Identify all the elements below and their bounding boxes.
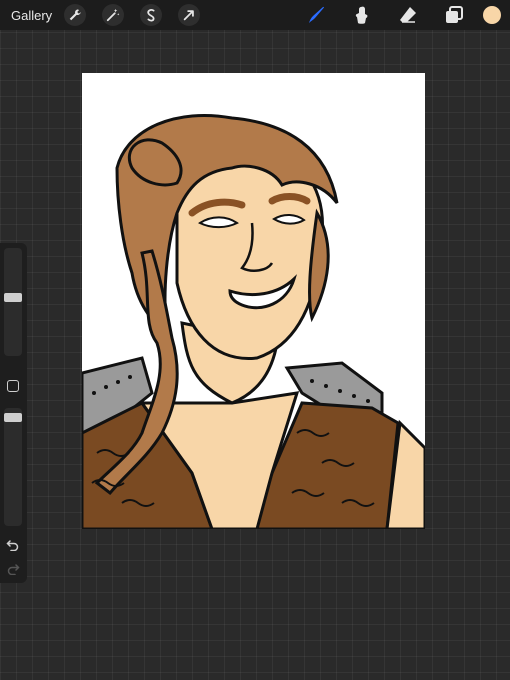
wrench-icon — [69, 9, 81, 21]
selection-button[interactable] — [140, 4, 163, 26]
brush-tool[interactable] — [305, 4, 327, 26]
transform-button[interactable] — [178, 4, 201, 26]
opacity-slider[interactable] — [4, 408, 22, 526]
brush-icon — [309, 6, 324, 24]
gallery-button[interactable]: Gallery — [11, 8, 52, 23]
layers-icon — [446, 6, 463, 23]
left-sidebar — [0, 243, 27, 583]
undo-arrow-icon[interactable] — [6, 537, 20, 551]
portrait-illustration — [82, 113, 425, 529]
color-swatch[interactable] — [483, 6, 501, 24]
eraser-icon — [400, 7, 416, 23]
tool-group — [305, 0, 510, 30]
adjustments-button[interactable] — [102, 4, 125, 26]
top-toolbar: Gallery — [0, 0, 510, 30]
opacity-thumb[interactable] — [4, 413, 22, 423]
drawing-canvas[interactable] — [82, 73, 425, 529]
brush-size-slider[interactable] — [4, 248, 22, 356]
modify-button[interactable] — [7, 380, 19, 392]
smudge-icon — [355, 6, 368, 24]
eraser-tool[interactable] — [397, 4, 419, 26]
adjustments-wand-icon — [107, 8, 120, 22]
smudge-tool[interactable] — [351, 4, 373, 26]
selection-icon — [147, 9, 155, 22]
actions-button[interactable] — [64, 4, 87, 26]
redo-arrow-icon[interactable] — [6, 561, 20, 575]
layers-tool[interactable] — [443, 4, 465, 26]
brush-size-thumb[interactable] — [4, 292, 22, 302]
transform-arrow-icon — [183, 10, 194, 21]
